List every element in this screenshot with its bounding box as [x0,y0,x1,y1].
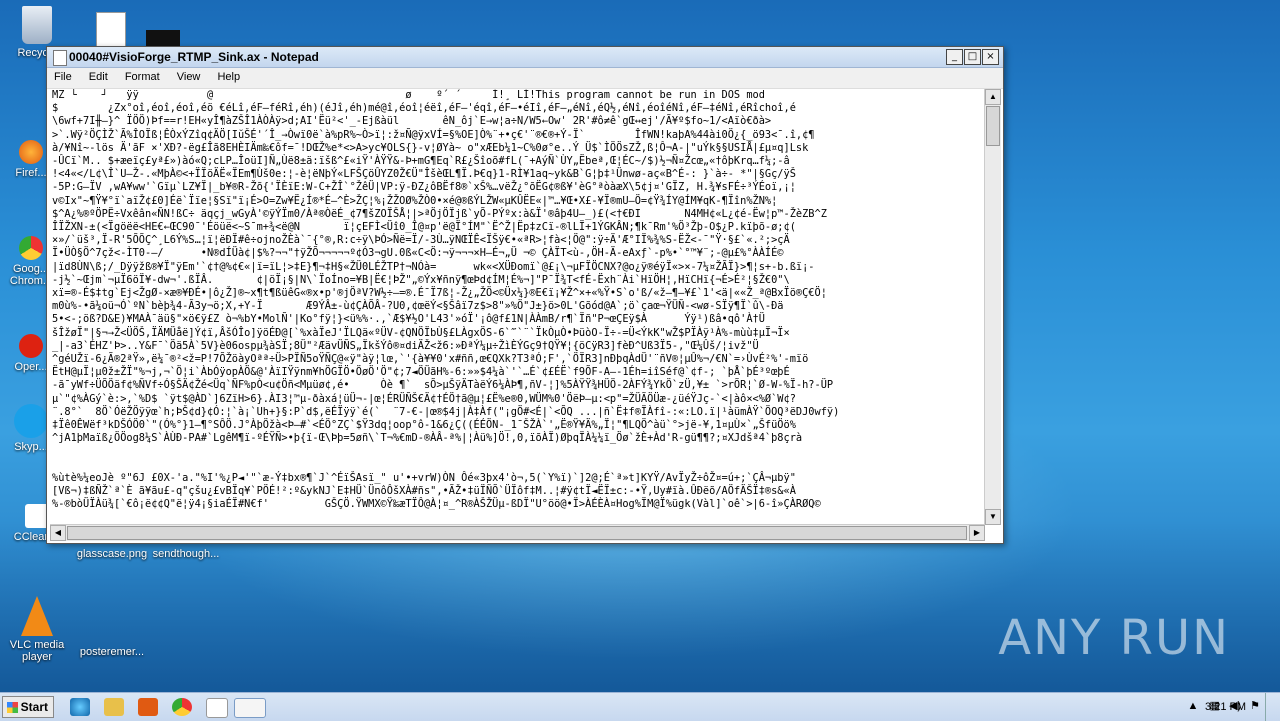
horizontal-scroll-thumb[interactable] [67,526,967,540]
editor-line: à/¥Nî~-lös Ä'ãF ×'XÐ?-ëg£Îã8EHÈIÄm‰€ôf=¯… [52,141,809,154]
start-label: Start [20,700,48,714]
text-editor[interactable]: MZ └ ┘ ÿÿ @ ø º´ ´ Í!¸ LÍ!This program c… [50,89,984,525]
vertical-scrollbar[interactable]: ▲ ▼ [984,89,1001,525]
close-button[interactable]: × [982,49,999,65]
explorer-taskbar-icon[interactable] [104,698,124,716]
scroll-down-icon[interactable]: ▼ [985,509,1001,525]
editor-line: ×»/`üš³,Ï-R'5ÕÕÇ^¸L6Ý%S…¦ï¦ëÐÏ#ê÷ojnoŽÈà… [52,234,790,247]
media-player-taskbar-icon[interactable] [138,698,158,716]
title-bar[interactable]: 00040#VisioForge_RTMP_Sink.ax - Notepad … [47,47,1003,68]
editor-line: ‡Ïê0ÊWëf³kDŠÓÖ0`"(Ó%°}1–¶°SÔÖ.J°ÀþÖžà<Þ–… [52,419,796,432]
editor-line: -ÛCï`M.. $+æeïç£yª£»)àó«Q;cLP…ÎoüI]Ñ„Ùë8… [52,155,790,168]
file-taskbar-icon[interactable] [206,698,228,718]
editor-line: µ`"¢%ÀGý`è:>,`%D$ `ÿt$@ÀD`]6ZïH>6}.ÀI3¦™… [52,392,796,405]
minimize-button[interactable]: _ [946,49,963,65]
opera-icon [19,334,43,358]
editor-line: ÎÏŽXN-±(<Ïgöëë<HE€←ŒC90¯'Éöüë<~S¯m+¾<ë@N… [52,221,796,234]
window-title: 00040#VisioForge_RTMP_Sink.ax - Notepad [69,50,319,64]
editor-line: ^jA1þMaïß¿ÖÖog8¼S`ÀÙÐ-PA#`LgêM¶ï-ºÉŸÑ>•þ… [52,432,803,445]
menu-bar: File Edit Format View Help [47,68,1003,89]
desktop-icon-sendthough[interactable]: sendthough... [146,548,226,560]
desktop-file-icon[interactable] [96,12,126,50]
editor-line: v©Ix"~¶Ÿ¥°ï`aïŽ¢£0]Éë`Ïïe¦§Sï"ï¡É>O=Zw¥Ë… [52,194,778,207]
vertical-scroll-thumb[interactable] [986,106,1000,146]
menu-view[interactable]: View [170,68,208,83]
menu-file[interactable]: File [47,68,79,83]
editor-line: \6wf+7I╫—}^ ÏÖÖ)Þf==r!EH«yÎ¶àZŠÎ1ÀÒÀÿ>d;… [52,115,772,128]
tray-arrow-icon[interactable]: ▲ [1188,700,1199,712]
editor-line: m0ù%-•ã¼oü¬Ó`ºN`bèþ¾4-Ã3y¬ö;X,+Y-Ï Æ9ÝÂ±… [52,300,784,313]
windows-logo-icon [7,702,18,713]
notepad-icon [53,50,67,66]
ie-taskbar-icon[interactable] [70,698,90,716]
desktop-icon-label: Firef... [15,167,47,179]
editor-line: šÎžøÏ"|§¬→Ž<ÜÖŠ,ÏÄMÜåë]Ý¢ï,ÂšÓÎo]ÿöÉÐ@[`… [52,326,790,339]
editor-line: >`.Wÿ²ÖÇÌŽ`Ã%ÎOÏß¦ÊÒxÝZîq¢ÄÖ[IŭŠÉ'´Î_→Òw… [52,128,815,141]
desktop-icon-label: VLC media player [9,639,65,663]
taskbar: Start ▲ ▦ ◀) ⚑ 3:21 PM [0,692,1280,721]
editor-line: ^géUŽï-6¿Ã®2ªŸ»,ë¼¯®²<ž=P!7ÕŽöàyOªª÷Ü>PÏ… [52,353,809,366]
editor-line: |ïd8ÙN\ß;/_Dÿÿžß®¥Ï"ÿEm'`¢†@%¢€«|ï=ïL¦>‡… [52,260,815,273]
editor-line: Ï•ÜÒ§Ö^7çž<-ÌT0-—/ •N®dÍÜà¢|$%?¬¬"†ÿŽÕ¬¬… [52,247,784,260]
desktop-icon-label: posteremer... [79,646,145,658]
skype-icon [14,404,48,438]
menu-format[interactable]: Format [118,68,167,83]
desktop-icon-label: sendthough... [152,548,220,560]
editor-line: -j½`~Œjm`¬µÏ6öÏ¥-dw¬'.ßÏÂ. ¢|öÏ¡§|N\`ÏoÍ… [52,273,790,286]
editor-line: %ùtè%¼eoJè º"6J £0X-'a."%I'%¿P◄'"`æ-Ý‡bx… [52,471,796,484]
editor-line: -ã¯yWf÷ÜÕÖäf¢%ÑVf÷Ó§ŠÄ¢Žé<Üq`ÑF%pÒ<u¢Öñ<… [52,379,834,392]
scroll-up-icon[interactable]: ▲ [985,89,1001,105]
horizontal-scrollbar[interactable]: ◀ ▶ [50,524,985,541]
chrome-icon [19,236,43,260]
desktop-icon-posteremer[interactable]: posteremer... [72,646,152,658]
action-center-icon[interactable]: ⚑ [1250,700,1260,712]
editor-line: $ ¿Zx°oî,éoî,éoî,éö €éLî,éF—féRî,éh)(éJî… [52,102,796,115]
anyrun-watermark: ANY RUN [998,610,1230,666]
scroll-right-icon[interactable]: ▶ [969,525,985,541]
desktop-icon-vlc[interactable]: VLC media player [2,596,72,663]
vlc-icon [21,596,53,636]
editor-line: -5P:G–ÏV ,wA¥ww'`Gïµ`LZ¥Ï|_b¥®R-Žõ{'ÏÈïE… [52,181,796,194]
editor-line: ¨.8°` 8Ö`ÓëŽÖÿÿœ`h;ÞŠ¢d}¢Ó:¦`à¡`Uh+}§:P`… [52,405,840,418]
notepad-window[interactable]: 00040#VisioForge_RTMP_Sink.ax - Notepad … [46,46,1004,544]
desktop-icon-label: Skyp... [14,441,48,453]
start-button[interactable]: Start [2,696,54,718]
desktop-icon-label: Oper... [14,361,48,373]
recycle-bin-icon [22,6,52,44]
editor-line: !<4«</L¢\Î`U–Ž-.«MþÀ©<+ÏÏöÄË«ÏEm¶Ùš0e:¦-… [52,168,796,181]
editor-line: $^A¿%®ºÖPË÷Vxêân«ÑN!ßC÷ äqçj_wGyÀ'©ÿÝÏm0… [52,207,827,220]
editor-line: [Vß¬)‡ßÑŽ`ª`È ã¥ãu£-q"çšu¿£vBÏq¥`PÖÉ!²:º… [52,485,796,498]
editor-line: ËtH@µÏ¦µ0ž±ŽÏ"%¬j,¬`Ö¦i`ÀbÓÿopÀÖ&@'ÀïIŸÿ… [52,366,790,379]
menu-edit[interactable]: Edit [82,68,115,83]
menu-help[interactable]: Help [210,68,247,83]
editor-line: 5•<-;öß?D&E)¥MAÀ¯äü§"×ö€ÿ£Z ò¬%bY•MolÑ'|… [52,313,765,326]
clock[interactable]: 3:21 PM [1205,701,1246,713]
maximize-button[interactable]: □ [964,49,981,65]
notepad-taskbar-button[interactable] [234,698,266,718]
editor-line: xï=®-É$‡tg`Ej<ŽgØ-×æ®¥ÐÉ•|ô¿Ž]®~x¶t¶ßüêG… [52,287,827,300]
chrome-taskbar-icon[interactable] [172,698,192,716]
editor-line: _|-a3`ÉHZ'Þ>..Y&F¯`Öä5À`5V}è06ospµ¾àSÏ;8… [52,339,759,352]
editor-line: %-®bòÜÏÀü¾[`€ô¡ë¢¢Q"ë¦ÿ4¡§iaÉÏ#N€f' GŠÇÖ… [52,498,821,511]
scroll-left-icon[interactable]: ◀ [50,525,66,541]
desktop-icon-glasscase[interactable]: glasscase.png [72,548,152,560]
desktop-icon-label: glasscase.png [76,548,148,560]
firefox-icon [19,140,43,164]
editor-line: MZ └ ┘ ÿÿ @ ø º´ ´ Í!¸ LÍ!This program c… [52,89,765,101]
show-desktop-button[interactable] [1265,693,1280,721]
